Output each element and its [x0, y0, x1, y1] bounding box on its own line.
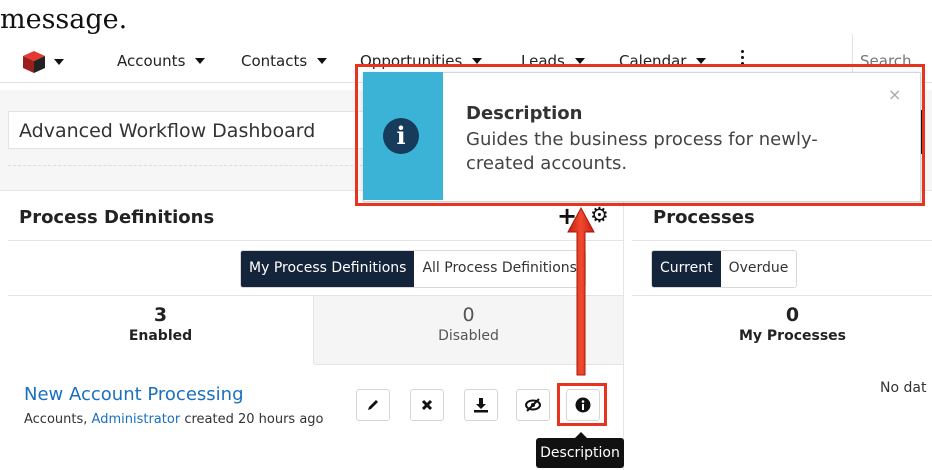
stat-label: My Processes [738, 328, 846, 344]
popup-highlight [355, 64, 925, 206]
x-icon [421, 399, 433, 411]
more-menu-icon[interactable] [739, 50, 745, 65]
export-button[interactable] [464, 389, 498, 421]
divider [8, 165, 363, 166]
sugar-cube-logo-icon [23, 51, 45, 73]
no-data-text: No dat [880, 380, 927, 396]
chevron-down-icon [195, 58, 206, 64]
stat-count: 3 [153, 304, 168, 326]
stat-count: 0 [785, 304, 800, 326]
nav-item-label: Contacts [241, 52, 308, 70]
processes-tabs: Current Overdue [651, 250, 798, 288]
annotation-arrow [567, 206, 595, 376]
stat-my-processes[interactable]: 0 My Processes [640, 296, 932, 364]
disable-button[interactable] [516, 389, 550, 421]
description-tooltip: Description [536, 438, 624, 468]
chevron-down-icon [317, 58, 328, 64]
nav-item-accounts[interactable]: Accounts [117, 52, 206, 70]
download-icon [474, 398, 488, 413]
edit-button[interactable] [356, 389, 390, 421]
logo-menu[interactable] [22, 50, 64, 74]
module-label: Accounts, [24, 412, 88, 427]
tab-overdue[interactable]: Overdue [720, 251, 797, 287]
nav-item-contacts[interactable]: Contacts [241, 52, 328, 70]
process-definitions-title: Process Definitions [19, 207, 215, 228]
eye-slash-icon [525, 398, 541, 412]
process-definitions-tabs: My Process Definitions All Process Defin… [240, 250, 586, 288]
user-link[interactable]: Administrator [92, 412, 181, 427]
delete-button[interactable] [410, 389, 444, 421]
process-definition-name-link[interactable]: New Account Processing [24, 384, 244, 405]
process-definition-meta: Accounts, Administrator created 20 hours… [24, 412, 324, 427]
stat-label: Enabled [128, 328, 193, 344]
chevron-down-icon [54, 59, 64, 65]
tab-current[interactable]: Current [652, 251, 721, 287]
pencil-icon [368, 400, 378, 410]
divider [632, 240, 932, 241]
stat-enabled[interactable]: 3 Enabled [8, 296, 314, 364]
processes-title: Processes [653, 207, 755, 228]
divider [8, 240, 623, 241]
created-label: created 20 hours ago [184, 412, 324, 427]
tab-my-process-definitions[interactable]: My Process Definitions [241, 251, 415, 287]
page-heading: message. [0, 4, 128, 35]
nav-item-label: Accounts [117, 52, 186, 70]
